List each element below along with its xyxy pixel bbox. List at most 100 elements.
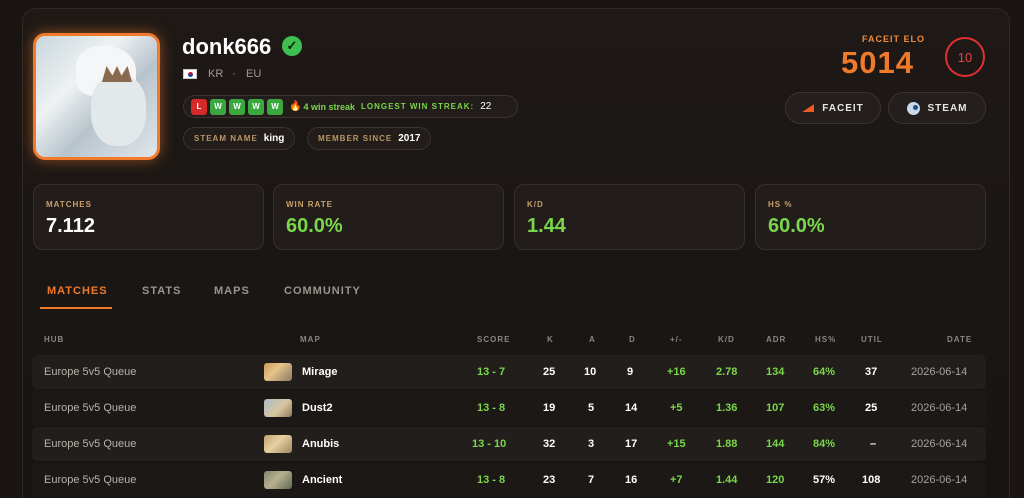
active-tab-indicator (40, 307, 112, 309)
table-row[interactable] (32, 463, 986, 497)
tab-community[interactable]: COMMUNITY (284, 285, 361, 297)
date-cell: 2026-06-14 (911, 402, 968, 414)
util-cell: 37 (865, 366, 878, 378)
plus-minus-cell: +5 (670, 402, 683, 414)
table-row[interactable] (32, 391, 986, 425)
column-header-kd: K/D (718, 335, 735, 344)
member-since-value: 2017 (398, 133, 421, 144)
column-header-util: UTIL (861, 335, 883, 344)
member-since-label: MEMBER SINCE (318, 134, 393, 143)
map-thumbnail (264, 435, 292, 453)
stat-label: WIN RATE (286, 200, 333, 209)
steam-name-label: STEAM NAME (194, 134, 258, 143)
column-header-date: DATE (947, 335, 973, 344)
util-cell: 108 (862, 474, 881, 486)
table-row[interactable] (32, 427, 986, 461)
kd-cell: 1.88 (716, 438, 738, 450)
plus-minus-cell: +15 (667, 438, 686, 450)
hs-cell: 84% (813, 438, 836, 450)
stat-value: 1.44 (527, 215, 566, 237)
faceit-link-label: FACEIT (822, 102, 864, 114)
steam-link-label: STEAM (927, 102, 968, 114)
avatar (33, 33, 160, 160)
map-cell: Mirage (302, 366, 338, 378)
faceit-link-button[interactable]: FACEIT (785, 92, 881, 124)
longest-streak-value: 22 (480, 101, 492, 112)
score-cell: 13 - 8 (477, 474, 506, 486)
map-cell: Anubis (302, 438, 340, 450)
column-header-k: K (547, 335, 554, 344)
adr-cell: 120 (766, 474, 785, 486)
adr-cell: 144 (766, 438, 785, 450)
column-header-adr: ADR (766, 335, 787, 344)
stat-value: 60.0% (286, 215, 343, 237)
streak-pill: L W W W W 🔥 4 win streak LONGEST WIN STR… (183, 95, 518, 118)
steam-name-value: king (263, 133, 285, 144)
deaths-cell: 17 (625, 438, 638, 450)
result-badge: W (229, 98, 245, 115)
separator: · (232, 68, 236, 80)
stat-label: MATCHES (46, 200, 92, 209)
kills-cell: 19 (543, 402, 556, 414)
win-streak-text: 4 win streak (303, 101, 355, 112)
assists-cell: 7 (588, 474, 595, 486)
avatar-face (91, 76, 146, 146)
map-cell: Dust2 (302, 402, 333, 414)
member-since-pill: MEMBER SINCE 2017 (307, 127, 432, 150)
username: donk666 (182, 34, 272, 59)
level-badge: 10 (945, 37, 985, 77)
steam-logo-icon (906, 101, 920, 115)
adr-cell: 107 (766, 402, 785, 414)
date-cell: 2026-06-14 (911, 438, 968, 450)
verified-check-icon: ✓ (282, 36, 302, 56)
stat-label: HS % (768, 200, 793, 209)
fire-icon: 🔥 (289, 101, 302, 112)
region: EU (246, 68, 262, 80)
result-badge: L (191, 98, 207, 115)
table-row[interactable] (32, 355, 986, 389)
map-thumbnail (264, 363, 292, 381)
tab-matches[interactable]: MATCHES (47, 285, 108, 297)
column-header-plus-minus: +/- (670, 335, 683, 344)
result-badge: W (267, 98, 283, 115)
steam-link-button[interactable]: STEAM (888, 92, 986, 124)
longest-streak-label: LONGEST WIN STREAK: (360, 102, 475, 111)
deaths-cell: 14 (625, 402, 638, 414)
date-cell: 2026-06-14 (911, 366, 968, 378)
util-cell: – (870, 438, 877, 450)
map-thumbnail (264, 471, 292, 489)
result-badge: W (210, 98, 226, 115)
adr-cell: 134 (766, 366, 785, 378)
map-thumbnail (264, 399, 292, 417)
column-header-hs: HS% (815, 335, 837, 344)
tab-stats[interactable]: STATS (142, 285, 181, 297)
score-cell: 13 - 10 (472, 438, 507, 450)
util-cell: 25 (865, 402, 878, 414)
country-code: KR (208, 68, 224, 80)
hs-cell: 63% (813, 402, 836, 414)
kills-cell: 32 (543, 438, 556, 450)
hub-cell: Europe 5v5 Queue (44, 366, 137, 378)
score-cell: 13 - 8 (477, 402, 506, 414)
date-cell: 2026-06-14 (911, 474, 968, 486)
recent-results: L W W W W (191, 98, 283, 115)
stat-value: 7.112 (46, 215, 95, 237)
kd-cell: 2.78 (716, 366, 738, 378)
column-header-hub: HUB (44, 335, 65, 344)
kd-cell: 1.44 (716, 474, 738, 486)
score-cell: 13 - 7 (477, 366, 506, 378)
column-header-a: A (589, 335, 596, 344)
steam-name-pill: STEAM NAME king (183, 127, 296, 150)
stat-label: K/D (527, 200, 544, 209)
stat-value: 60.0% (768, 215, 825, 237)
tab-maps[interactable]: MAPS (214, 285, 250, 297)
plus-minus-cell: +16 (667, 366, 686, 378)
stat-card-matches: MATCHES 7.112 (33, 184, 264, 250)
kd-cell: 1.36 (716, 402, 738, 414)
elo-value: 5014 (841, 45, 914, 80)
stat-card-hs: HS % 60.0% (755, 184, 986, 250)
kr-flag-icon (183, 69, 197, 79)
kills-cell: 23 (543, 474, 556, 486)
column-header-d: D (629, 335, 636, 344)
hs-cell: 57% (813, 474, 836, 486)
